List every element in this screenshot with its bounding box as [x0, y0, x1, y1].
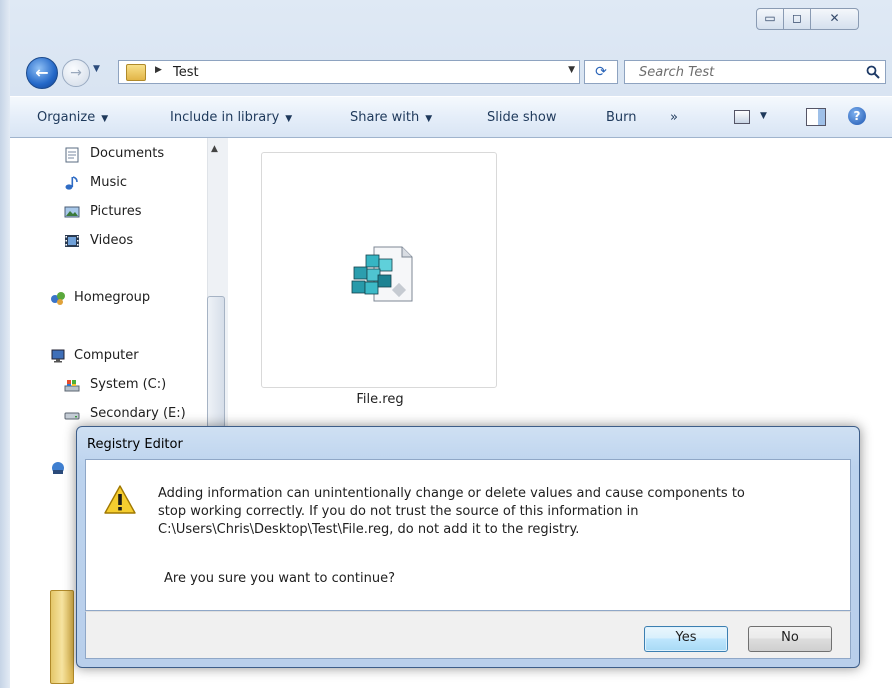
- registry-file-icon: [351, 246, 413, 302]
- message-line-1: Adding information can unintentionally c…: [158, 486, 745, 501]
- more-commands-button[interactable]: »: [670, 110, 678, 125]
- scroll-up-icon[interactable]: ▲: [211, 144, 218, 154]
- chevron-down-icon: ▼: [285, 114, 293, 124]
- sidebar-item-secondary-e[interactable]: Secondary (E:): [90, 406, 186, 421]
- drive-c-icon: [64, 380, 80, 392]
- registry-editor-dialog: Registry Editor Adding information can u…: [76, 426, 860, 668]
- slide-show-button[interactable]: Slide show: [487, 110, 556, 125]
- share-with-label: Share with: [350, 110, 420, 125]
- sidebar-item-documents[interactable]: Documents: [90, 146, 164, 161]
- include-in-library-label: Include in library: [170, 110, 280, 125]
- sidebar-item-system-c[interactable]: System (C:): [90, 377, 166, 392]
- file-item[interactable]: [261, 152, 497, 388]
- nav-pane-scroll-thumb[interactable]: [207, 296, 225, 428]
- message-line-2: stop working correctly. If you do not tr…: [158, 504, 639, 519]
- yes-button[interactable]: Yes: [644, 626, 728, 652]
- close-icon: ✕: [829, 11, 840, 25]
- dialog-title: Registry Editor: [87, 437, 183, 452]
- chevron-down-icon: ▼: [425, 114, 433, 124]
- include-in-library-menu[interactable]: Include in library ▼: [170, 110, 292, 125]
- command-toolbar: Organize ▼ Include in library ▼ Share with…: [10, 96, 892, 138]
- dialog-question: Are you sure you want to continue?: [164, 571, 395, 586]
- slide-show-label: Slide show: [487, 110, 557, 125]
- network-icon: [52, 462, 64, 474]
- more-commands-icon: »: [670, 110, 678, 125]
- music-icon: [65, 176, 78, 190]
- search-placeholder: Search Test: [639, 65, 715, 80]
- minimize-icon: ▭: [764, 11, 776, 25]
- organize-menu[interactable]: Organize ▼: [37, 110, 108, 125]
- minimize-button[interactable]: ▭: [756, 8, 784, 30]
- dialog-body: Adding information can unintentionally c…: [85, 459, 851, 611]
- breadcrumb-test[interactable]: Test: [173, 65, 199, 80]
- message-line-3: C:\Users\Chris\Desktop\Test\File.reg, do…: [158, 522, 580, 537]
- search-icon[interactable]: [866, 65, 880, 79]
- burn-label: Burn: [606, 110, 637, 125]
- window-edge: [0, 0, 10, 688]
- maximize-button[interactable]: ◻: [784, 8, 811, 30]
- warning-icon: [104, 485, 136, 514]
- file-name-label[interactable]: File.reg: [340, 392, 420, 407]
- sidebar-item-pictures[interactable]: Pictures: [90, 204, 141, 219]
- address-bar[interactable]: ▶ Test ▼: [118, 60, 580, 84]
- maximize-icon: ◻: [792, 11, 802, 25]
- dialog-button-bar: Yes No: [85, 611, 851, 659]
- help-icon[interactable]: ?: [848, 107, 866, 125]
- sidebar-item-homegroup[interactable]: Homegroup: [74, 290, 150, 305]
- chevron-down-icon: ▼: [101, 114, 109, 124]
- change-view-icon[interactable]: [734, 110, 750, 124]
- documents-icon: [65, 147, 79, 163]
- refresh-button[interactable]: ⟳: [584, 60, 618, 84]
- breadcrumb-chevron-icon[interactable]: ▶: [155, 65, 162, 75]
- sidebar-item-videos[interactable]: Videos: [90, 233, 133, 248]
- back-button[interactable]: ←: [26, 57, 58, 89]
- homegroup-icon: [51, 292, 65, 305]
- forward-button[interactable]: →: [62, 59, 90, 87]
- recent-pages-dropdown[interactable]: ▼: [93, 64, 100, 74]
- pictures-icon: [64, 206, 80, 218]
- videos-icon: [65, 235, 79, 247]
- view-options-dropdown[interactable]: ▼: [760, 111, 767, 121]
- close-button[interactable]: ✕: [811, 8, 859, 30]
- share-with-menu[interactable]: Share with ▼: [350, 110, 432, 125]
- search-input[interactable]: Search Test: [624, 60, 886, 84]
- sidebar-item-music[interactable]: Music: [90, 175, 127, 190]
- no-button[interactable]: No: [748, 626, 832, 652]
- address-dropdown-icon[interactable]: ▼: [568, 65, 575, 75]
- computer-icon: [51, 349, 65, 363]
- organize-label: Organize: [37, 110, 96, 125]
- drive-e-icon: [64, 412, 80, 420]
- dialog-message: Adding information can unintentionally c…: [158, 485, 838, 539]
- burn-button[interactable]: Burn: [606, 110, 637, 125]
- folder-icon: [50, 590, 74, 684]
- sidebar-item-computer[interactable]: Computer: [74, 348, 139, 363]
- preview-pane-icon[interactable]: [806, 108, 826, 126]
- folder-icon: [126, 64, 146, 81]
